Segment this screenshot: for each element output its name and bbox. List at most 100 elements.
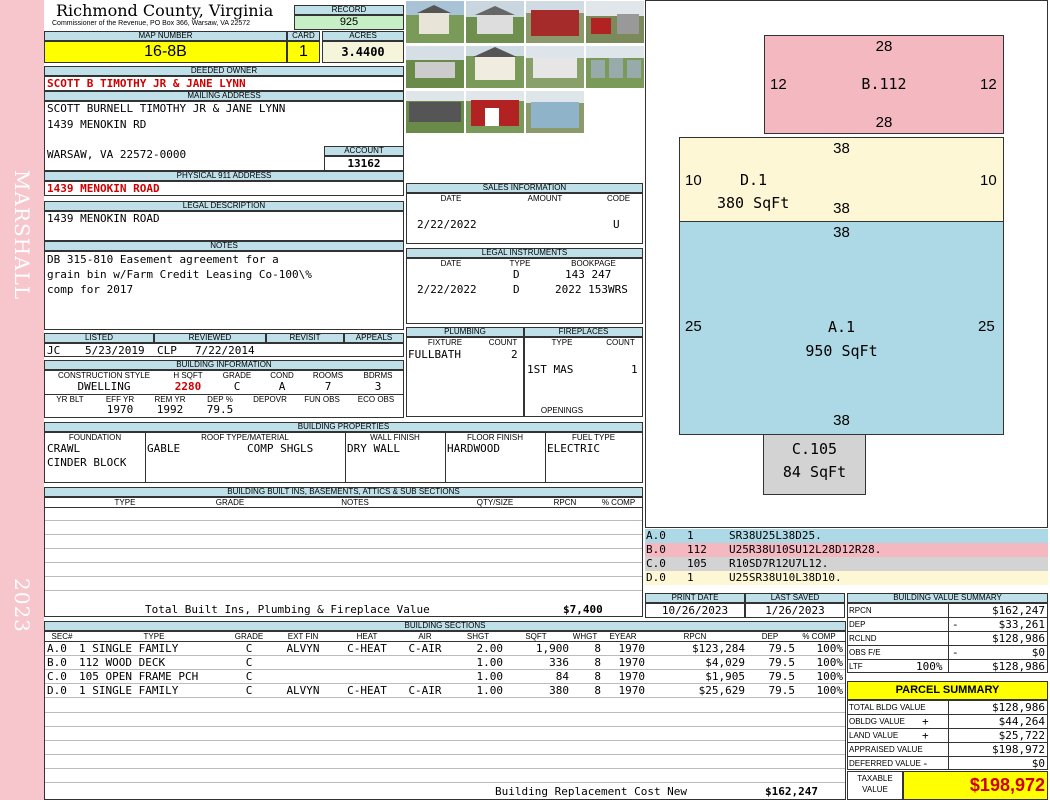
mailing-address-header: MAILING ADDRESS [44,91,404,101]
sketch-b-top: 28 [875,38,893,55]
section-rpcn: $1,905 [705,670,745,683]
photo-grid [406,1,644,133]
bvs-obs-label: OBS F/E [849,648,881,657]
section-shgt: 1.00 [476,656,504,669]
li-row1-book: 143 247 [565,268,612,281]
notes-box: DB 315-810 Easement agreement for a grai… [44,251,404,330]
bvs-dep-sign: - [952,618,959,631]
section-sec: B.0 [47,656,67,669]
code-b-code: U25R38U10SU12L28D12R28. [729,543,882,556]
sidebar: MARSHALL 2023 [0,0,44,800]
notes-line-3: comp for 2017 [47,283,134,296]
ps-obldg-label: OBLDG VALUE [849,717,905,726]
section-comp: 100% [816,684,844,697]
building-sections-header: BUILDING SECTIONS [44,621,846,631]
map-number-header: MAP NUMBER [44,31,287,41]
card-header: CARD [287,31,320,41]
bi-bdrms: 3 [374,380,382,393]
sketch-c-area: 84 SqFt [782,463,847,481]
photo-3 [526,1,584,43]
sec-h-eyear: EYEAR [609,632,637,641]
ps-land-sign: + [922,729,929,742]
legal-description-header: LEGAL DESCRIPTION [44,201,404,211]
section-eyear: 1970 [618,656,646,669]
taxable-label-box: TAXABLE VALUE [847,771,903,800]
print-date: 10/26/2023 [645,603,745,618]
building-sections-table: SEC# TYPE GRADE EXT FIN HEAT AIR SHGT SQ… [44,631,846,800]
section-shgt: 1.00 [476,684,504,697]
section-whgt: 8 [594,642,601,655]
bvs-header: BUILDING VALUE SUMMARY [847,593,1048,603]
card-number: 1 [287,41,320,63]
building-info-box: CONSTRUCTION STYLE H SQFT GRADE COND ROO… [44,370,404,418]
bi-h-bdrms: BDRMS [363,371,393,380]
section-row: A.0 1 SINGLE FAMILY C ALVYN C-HEAT C-AIR 2.00 1… [45,642,845,656]
acres-value: 3.4400 [322,41,404,63]
section-row: D.0 1 SINGLE FAMILY C ALVYN C-HEAT C-AIR 1.00 3… [45,684,845,698]
bvs-rclnd: $128,986 [992,632,1045,645]
sec-h-grade: GRADE [234,632,264,641]
fp-openings-label: OPENINGS [540,406,584,415]
section-type: 1 SINGLE FAMILY [79,684,179,697]
sketch-codes: A.0 1 SR38U25L38D25. B.0 112 U25R38U10SU… [645,529,1048,587]
li-row1-type: D [513,268,520,281]
sketch-a-top: 38 [833,224,850,241]
sec-h-heat: HEAT [356,632,378,641]
photo-11 [526,91,584,133]
building-sketch: 28 28 12 12 B.112 38 38 10 10 D.1 380 Sq… [645,0,1048,528]
sketch-section-b: 28 28 12 12 B.112 [764,35,1004,134]
deeded-owner-header: DEEDED OWNER [44,66,404,76]
section-shgt: 2.00 [476,642,504,655]
bvs-dep: $33,261 [998,618,1045,631]
sketch-a-area: 950 SqFt [805,342,878,360]
section-comp: 100% [816,656,844,669]
sec-h-sqft: SQFT [525,632,547,641]
notes-line-1: DB 315-810 Easement agreement for a [47,253,279,266]
mailing-line-1: SCOTT BURNELL TIMOTHY JR & JANE LYNN [47,102,286,115]
sketch-c-label: C.105 [791,440,838,458]
sales-box: DATE AMOUNT CODE 2/22/2022 U [406,193,643,244]
section-sec: D.0 [47,684,67,697]
photo-1 [406,1,464,43]
bvs-dep-label: DEP [849,620,866,629]
builtins-box: TYPE GRADE NOTES QTY/SIZE RPCN % COMP To… [44,497,643,617]
plumbing-box: FIXTURE COUNT FULLBATH 2 [406,337,524,417]
sec-h-air: AIR [418,632,432,641]
section-sqft: 336 [549,656,569,669]
bi-h-yrblt: YR BLT [56,395,84,404]
bvs-rpcn-label: RPCN [849,606,872,615]
section-whgt: 8 [594,670,601,683]
section-sqft: 380 [549,684,569,697]
bib-h-comp: % COMP [601,498,636,507]
section-air: C-AIR [408,642,442,655]
physical-address-header: PHYSICAL 911 ADDRESS [44,171,404,181]
bi-h-cond: COND [270,371,294,380]
section-grade: C [245,670,253,683]
plumb-h-count: COUNT [488,338,518,347]
section-grade: C [245,656,253,669]
section-heat: C-HEAT [347,642,387,655]
code-b-n: 112 [687,543,707,556]
section-sqft: 84 [555,670,569,683]
ps-appr: $198,972 [992,743,1045,756]
bi-grade: C [233,380,241,393]
bib-h-rpcn: RPCN [553,498,577,507]
ps-bldg-label: TOTAL BLDG VALUE [849,703,926,712]
bp-wall-finish: DRY WALL [347,442,400,455]
bp-h-roof: ROOF TYPE/MATERIAL [201,433,289,442]
photo-2 [466,1,524,43]
bi-dep: 79.5 [206,403,234,416]
ps-def: $0 [1031,757,1045,770]
fireplaces-box: TYPE COUNT 1ST MAS 1 OPENINGS [524,337,643,417]
photo-8 [586,46,644,88]
bvs-ltf: $128,986 [992,660,1045,673]
fp-h-type: TYPE [551,338,573,347]
section-whgt: 8 [594,684,601,697]
record-value: 925 [294,15,404,30]
photo-10 [466,91,524,133]
bp-roof-type: GABLE [147,442,181,455]
bp-foundation-1: CRAWL [47,442,81,455]
bi-h-funobs: FUN OBS [304,395,340,404]
fp-type: 1ST MAS [527,363,574,376]
li-h-bookpage: BOOKPAGE [571,259,616,268]
